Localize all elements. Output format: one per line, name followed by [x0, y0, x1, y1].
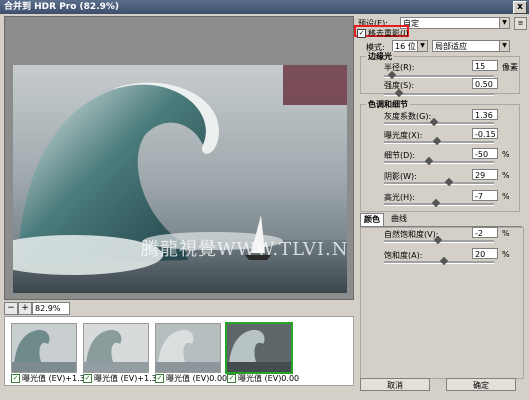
window-title: 合并到 HDR Pro (82.9%) [4, 2, 120, 12]
thumbnail-1-label: 曝光值 (EV)+1.36 [22, 374, 90, 383]
strength-slider[interactable] [384, 88, 494, 98]
radius-unit: 像素 [502, 63, 518, 72]
exposure-slider[interactable] [384, 136, 494, 146]
gamma-input[interactable]: 1.36 [472, 109, 498, 120]
thumbnail-4-caption: ✓ 曝光值 (EV)0.00 [227, 373, 299, 384]
thumbnail-3-checkbox[interactable]: ✓ [155, 374, 164, 383]
remove-ghost-checkbox[interactable]: ✓ [357, 29, 366, 38]
tab-curve[interactable]: 曲线 [388, 213, 410, 225]
remove-ghost-row: ✓ 移去重影(I) [357, 28, 409, 39]
thumbnail-2-label: 曝光值 (EV)+1.36 [94, 374, 162, 383]
preset-dropdown[interactable]: 自定 ▼ [400, 17, 510, 29]
thumbnail-4-selected[interactable] [225, 322, 293, 374]
vibrance-slider[interactable] [384, 235, 494, 245]
chevron-down-icon: ▼ [499, 41, 509, 51]
thumbnail-2-image [84, 324, 148, 372]
highlight-input[interactable]: -7 [472, 190, 498, 201]
exposure-label: 曝光度(X): [384, 131, 423, 140]
radius-input[interactable]: 15 [472, 60, 498, 71]
color-curve-tabs: 颜色 曲线 [360, 213, 522, 227]
ok-button[interactable]: 确定 [446, 378, 516, 391]
chevron-down-icon: ▼ [499, 18, 509, 28]
vibrance-input[interactable]: -2 [472, 227, 498, 238]
exposure-input[interactable]: -0.15 [472, 128, 498, 139]
radius-label: 半径(R): [384, 63, 415, 72]
watermark-text: 腾龍視覺WWW.TLVI.NET [141, 239, 347, 260]
shadow-label: 阴影(W): [384, 172, 417, 181]
thumbnail-1-checkbox[interactable]: ✓ [11, 374, 20, 383]
vibrance-unit: % [502, 229, 510, 238]
saturation-unit: % [502, 250, 510, 259]
method-dropdown[interactable]: 局部适应 ▼ [432, 40, 510, 52]
detail-label: 细节(D): [384, 151, 416, 160]
highlight-unit: % [502, 192, 510, 201]
preview-image: 腾龍視覺WWW.TLVI.NET [13, 65, 347, 293]
preset-menu-icon[interactable]: ≡ [514, 17, 527, 30]
strength-input[interactable]: 0.50 [472, 78, 498, 89]
thumbnail-2-checkbox[interactable]: ✓ [83, 374, 92, 383]
gamma-label: 灰度系数(G): [384, 112, 432, 121]
tone-detail-title: 色调和细节 [366, 99, 410, 110]
shadow-unit: % [502, 171, 510, 180]
saturation-slider[interactable] [384, 256, 494, 266]
title-bar: 合并到 HDR Pro (82.9%) x [0, 0, 529, 14]
shadow-slider[interactable] [384, 177, 494, 187]
zoom-bar: − + 82.9% [4, 302, 352, 316]
method-value: 局部适应 [435, 42, 467, 51]
thumbnail-3-image [156, 324, 220, 372]
thumbnail-3-label: 曝光值 (EV)0.00 [166, 374, 228, 383]
chevron-down-icon: ▼ [417, 41, 427, 51]
remove-ghost-label: 移去重影(I) [368, 29, 409, 38]
saturation-label: 饱和度(A): [384, 251, 423, 260]
preview-area: 腾龍視覺WWW.TLVI.NET [4, 16, 354, 300]
bit-depth-value: 16 位 [395, 42, 416, 51]
thumbnail-1-image [12, 324, 76, 372]
zoom-field[interactable]: 82.9% [32, 302, 70, 315]
thumbnail-2-caption: ✓ 曝光值 (EV)+1.36 [83, 373, 162, 384]
zoom-out-button[interactable]: − [4, 302, 18, 315]
thumbnail-1-caption: ✓ 曝光值 (EV)+1.36 [11, 373, 90, 384]
edge-glow-title: 边缘光 [366, 51, 394, 62]
thumbnail-4-image [227, 324, 291, 372]
shadow-input[interactable]: 29 [472, 169, 498, 180]
detail-slider[interactable] [384, 156, 494, 166]
settings-panel: 预设(E): 自定 ▼ ≡ ✓ 移去重影(I) 模式: 16 位 ▼ 局部适应 ▼… [354, 16, 527, 394]
thumbnail-3[interactable] [155, 323, 221, 373]
highlight-label: 高光(H): [384, 193, 415, 202]
detail-unit: % [502, 150, 510, 159]
bit-depth-dropdown[interactable]: 16 位 ▼ [392, 40, 428, 52]
detail-input[interactable]: -50 [472, 148, 498, 159]
gamma-slider[interactable] [384, 117, 494, 127]
thumbnail-2[interactable] [83, 323, 149, 373]
saturation-input[interactable]: 20 [472, 248, 498, 259]
thumbnail-1[interactable] [11, 323, 77, 373]
highlight-slider[interactable] [384, 198, 494, 208]
zoom-in-button[interactable]: + [18, 302, 32, 315]
vibrance-label: 自然饱和度(V): [384, 230, 439, 239]
thumbnail-4-checkbox[interactable]: ✓ [227, 374, 236, 383]
tab-color[interactable]: 颜色 [360, 213, 384, 226]
thumbnail-4-label: 曝光值 (EV)0.00 [238, 374, 300, 383]
thumbnail-3-caption: ✓ 曝光值 (EV)0.00 [155, 373, 227, 384]
thumbnail-strip: ✓ 曝光值 (EV)+1.36 ✓ 曝光值 (EV)+1.36 ✓ 曝光值 (EV)0… [4, 316, 354, 386]
cancel-button[interactable]: 取消 [360, 378, 430, 391]
close-button[interactable]: x [513, 1, 527, 14]
